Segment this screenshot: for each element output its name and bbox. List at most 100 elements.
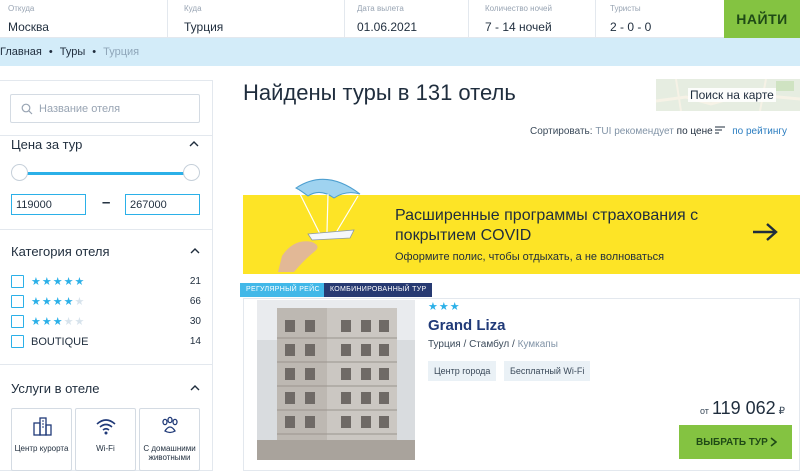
hotel-search	[10, 94, 200, 123]
price-slider-track[interactable]	[18, 172, 191, 175]
service-pets[interactable]: С домашними животными	[139, 408, 200, 471]
results-heading: Найдены туры в 131 отель	[243, 80, 516, 105]
hotel-location: Турция / Стамбул / Кумкапы	[428, 339, 558, 350]
tourists-value: 2 - 0 - 0	[610, 20, 652, 34]
paw-icon	[161, 416, 178, 434]
chevron-up-icon[interactable]	[189, 139, 199, 149]
chevron-up-icon[interactable]	[190, 383, 200, 393]
wifi-icon	[95, 419, 116, 435]
location-separator: /	[512, 339, 515, 350]
breadcrumb-home[interactable]: Главная	[0, 38, 42, 66]
service-label: Wi-Fi	[96, 444, 115, 453]
hotel-city: Стамбул	[469, 339, 510, 350]
price-min-input[interactable]	[11, 194, 86, 215]
service-wifi[interactable]: Wi-Fi	[75, 408, 136, 471]
price-slider-min-handle[interactable]	[11, 164, 28, 181]
sort-recommended[interactable]: TUI рекомендует	[595, 126, 674, 137]
price-section-title: Цена за тур	[11, 137, 83, 152]
services-section-title: Услуги в отеле	[11, 381, 100, 396]
category-4-stars[interactable]: ★★★★★ 66	[11, 294, 201, 310]
breadcrumb-tours[interactable]: Туры	[60, 38, 86, 66]
divider	[0, 364, 212, 365]
city-center-icon	[32, 417, 52, 436]
feature-chip: Бесплатный Wi-Fi	[504, 361, 591, 381]
to-label: Куда	[184, 4, 202, 13]
hotel-district: Кумкапы	[517, 339, 558, 350]
sort-by-rating[interactable]: по рейтингу	[732, 126, 787, 137]
sort-bar: Сортировать: TUI рекомендует по цене по …	[530, 126, 787, 137]
banner-subtitle: Оформите полис, чтобы отдыхать, а не вол…	[395, 251, 665, 263]
select-tour-label: ВЫБРАТЬ ТУР	[696, 436, 768, 448]
three-star-rating-icon: ★★★★★	[31, 316, 86, 328]
chevron-right-icon	[770, 437, 777, 447]
price-slider-max-handle[interactable]	[183, 164, 200, 181]
arrow-right-icon	[753, 223, 778, 241]
five-star-rating-icon: ★★★★★	[31, 276, 86, 288]
breadcrumb-current: Турция	[103, 46, 140, 58]
location-separator: /	[463, 339, 467, 350]
sort-label: Сортировать:	[530, 126, 593, 137]
nights-value: 7 - 14 ночей	[485, 20, 552, 34]
price-from-label: от	[700, 406, 709, 416]
hotel-search-input[interactable]	[39, 100, 194, 118]
sort-lines-icon	[715, 126, 726, 134]
chevron-up-icon[interactable]	[190, 246, 200, 256]
to-field[interactable]: Куда Турция	[168, 0, 345, 38]
map-search-button[interactable]: Поиск на карте	[656, 79, 800, 111]
category-5-stars[interactable]: ★★★★★ 21	[11, 274, 201, 290]
breadcrumb: Главная • Туры • Турция	[0, 38, 800, 66]
category-count: 66	[189, 296, 201, 307]
checkbox[interactable]	[11, 295, 24, 308]
checkbox[interactable]	[11, 335, 24, 348]
hotel-price: от 119 062 ₽	[700, 398, 785, 419]
four-star-rating-icon: ★★★★★	[31, 296, 86, 308]
feature-chip: Центр города	[428, 361, 497, 381]
combined-tour-tag: КОМБИНИРОВАННЫЙ ТУР	[324, 283, 433, 297]
category-section-title: Категория отеля	[11, 244, 110, 259]
price-value: 119 062	[711, 398, 776, 418]
service-label: С домашними животными	[143, 444, 196, 462]
checkbox[interactable]	[11, 275, 24, 288]
to-value: Турция	[184, 20, 224, 34]
from-field[interactable]: Откуда Москва	[0, 0, 168, 38]
divider	[0, 229, 212, 230]
from-value: Москва	[8, 20, 49, 34]
category-count: 14	[189, 336, 201, 347]
date-value: 01.06.2021	[357, 20, 418, 34]
divider	[0, 135, 212, 136]
price-max-input[interactable]	[125, 194, 200, 215]
service-city-center[interactable]: Центр курорта	[11, 408, 72, 471]
category-count: 21	[189, 276, 201, 287]
hotel-name[interactable]: Grand Liza	[428, 317, 506, 334]
search-bar: Откуда Москва Куда Турция Дата вылета 01…	[0, 0, 800, 38]
price-range-dash: –	[102, 194, 111, 211]
from-label: Откуда	[8, 4, 35, 13]
parachute-plane-illustration-icon	[278, 178, 361, 272]
find-button[interactable]: НАЙТИ	[724, 0, 800, 38]
sort-by-price[interactable]: по цене	[677, 126, 713, 137]
breadcrumb-separator: •	[92, 46, 97, 58]
banner-title: Расширенные программы страхования с покр…	[395, 207, 699, 244]
checkbox[interactable]	[11, 315, 24, 328]
breadcrumb-separator: •	[48, 46, 53, 58]
hotel-three-star-rating-icon: ★★★	[428, 301, 461, 313]
search-icon	[21, 103, 33, 115]
hotel-building-image	[257, 300, 415, 460]
category-3-stars[interactable]: ★★★★★ 30	[11, 314, 201, 330]
nights-field[interactable]: Количество ночей 7 - 14 ночей	[469, 0, 596, 38]
map-search-label: Поиск на карте	[688, 88, 776, 102]
regular-flight-tag: РЕГУЛЯРНЫЙ РЕЙС	[240, 283, 326, 297]
hotel-country: Турция	[428, 339, 461, 350]
category-label: BOUTIQUE	[31, 336, 89, 348]
hotel-photo[interactable]	[257, 300, 415, 460]
select-tour-button[interactable]: ВЫБРАТЬ ТУР	[679, 425, 792, 459]
category-count: 30	[189, 316, 201, 327]
tourists-field[interactable]: Туристы 2 - 0 - 0	[596, 0, 724, 38]
currency-symbol: ₽	[778, 406, 786, 417]
nights-label: Количество ночей	[485, 4, 552, 13]
category-boutique[interactable]: BOUTIQUE 14	[11, 334, 201, 350]
service-label: Центр курорта	[14, 444, 69, 453]
date-label: Дата вылета	[357, 4, 404, 13]
date-field[interactable]: Дата вылета 01.06.2021	[345, 0, 469, 38]
tourists-label: Туристы	[610, 4, 641, 13]
